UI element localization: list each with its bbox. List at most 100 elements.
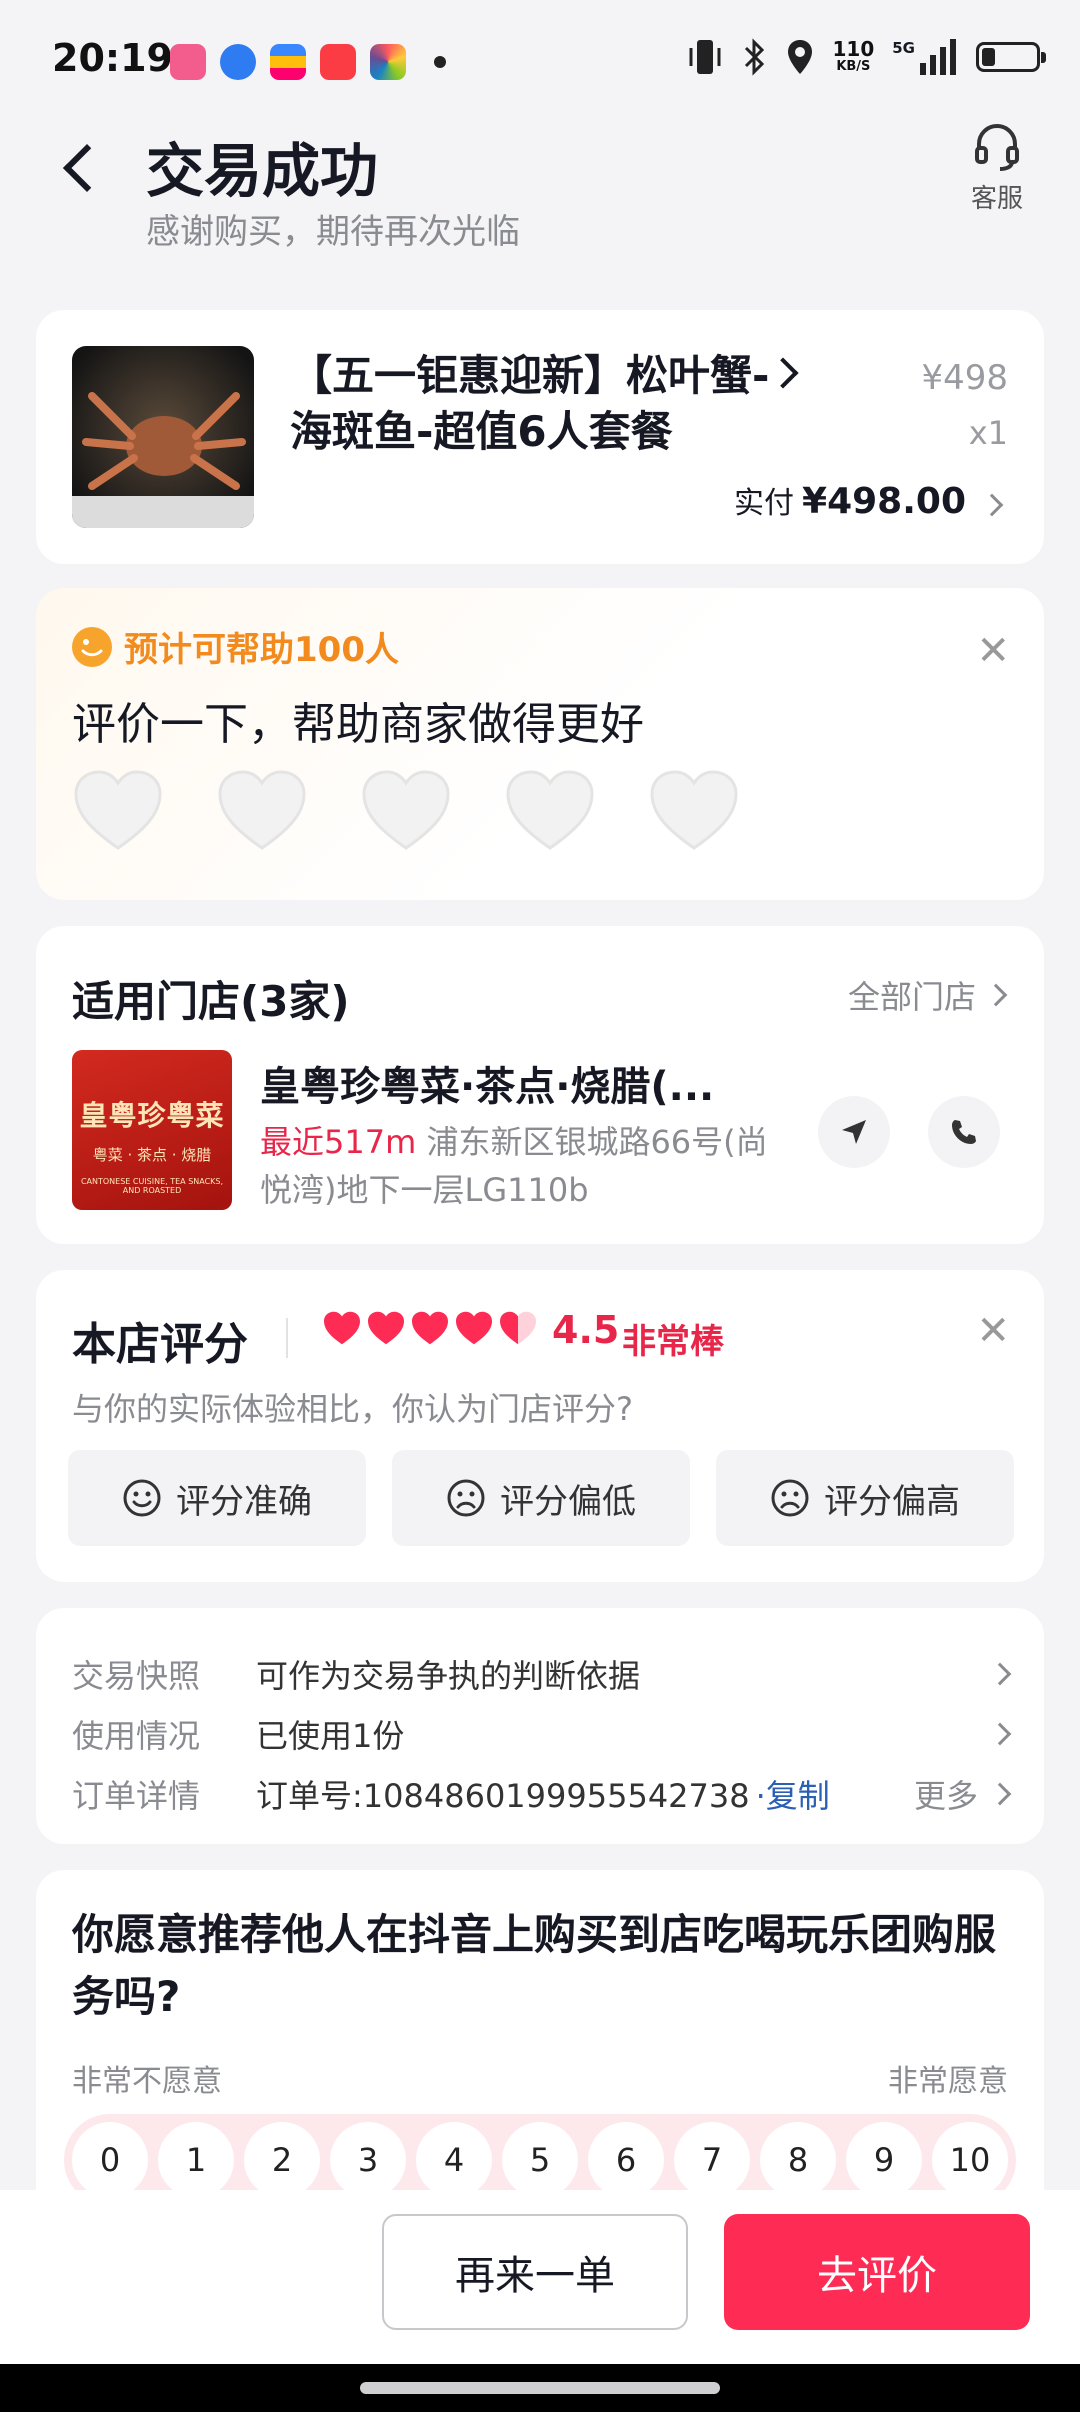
nps-right-label: 非常愿意 <box>888 2064 1008 2099</box>
navigation-arrow-icon <box>842 1120 866 1144</box>
order-number-text: 订单号:1084860199955542738 <box>256 1777 750 1815</box>
store-logo-subtext: 粤菜 · 茶点 · 烧腊 <box>92 1146 212 1164</box>
all-stores-label: 全部门店 <box>847 978 976 1016</box>
score-heart-icon <box>454 1310 494 1350</box>
product-card[interactable]: 【五一钜惠迎新】松叶蟹-海斑鱼-超值6人套餐 ¥498 x1 实付 ¥498.0… <box>36 310 1044 564</box>
score-heart-icon <box>322 1310 362 1350</box>
option-label: 评分偏高 <box>824 1481 960 1522</box>
nps-option-5[interactable]: 5 <box>502 2122 578 2198</box>
review-prompt-card: 预计可帮助100人 ✕ 评价一下，帮助商家做得更好 <box>36 588 1044 900</box>
signal-icon <box>920 39 956 75</box>
chevron-right-icon <box>988 1782 1012 1806</box>
row-label: 订单详情 <box>72 1777 201 1815</box>
order-number: 订单号:1084860199955542738 ·复制 <box>256 1771 914 1817</box>
store-score-word: 非常棒 <box>622 1322 724 1362</box>
score-options: 评分准确 评分偏低 评分偏高 <box>68 1450 1014 1546</box>
more-notifications-icon <box>434 56 446 68</box>
nps-option-6[interactable]: 6 <box>588 2122 664 2198</box>
order-info-card: 交易快照 可作为交易争执的判断依据 使用情况 已使用1份 订单详情 订单号:10… <box>36 1608 1044 1844</box>
back-button[interactable] <box>40 128 120 208</box>
snapshot-row[interactable]: 交易快照 可作为交易争执的判断依据 <box>72 1646 1012 1702</box>
nps-option-7[interactable]: 7 <box>674 2122 750 2198</box>
usage-row[interactable]: 使用情况 已使用1份 <box>72 1706 1012 1762</box>
stores-heading: 适用门店(3家) <box>72 977 350 1026</box>
chevron-left-icon <box>62 143 112 193</box>
more-button[interactable]: 更多 <box>914 1771 978 1817</box>
gesture-nav-bar <box>0 2364 1080 2412</box>
row-label: 交易快照 <box>72 1657 201 1695</box>
heart-rating-icon[interactable] <box>648 768 740 856</box>
call-button[interactable] <box>928 1096 1000 1168</box>
reorder-button[interactable]: 再来一单 <box>382 2214 688 2330</box>
heart-rating-icon[interactable] <box>504 768 596 856</box>
nps-question: 你愿意推荐他人在抖音上购买到店吃喝玩乐团购服务吗? <box>72 1910 997 2021</box>
option-too-low[interactable]: 评分偏低 <box>392 1450 690 1546</box>
net-speed: 110 KB/S <box>833 39 875 75</box>
store-name[interactable]: 皇粤珍粤菜·茶点·烧腊(... <box>260 1054 730 1112</box>
close-icon[interactable]: ✕ <box>976 1308 1010 1354</box>
network-type: 5G <box>892 39 915 57</box>
product-title[interactable]: 【五一钜惠迎新】松叶蟹-海斑鱼-超值6人套餐 <box>290 348 810 460</box>
row-label: 使用情况 <box>72 1717 201 1755</box>
phone-icon <box>952 1120 976 1144</box>
chevron-right-icon <box>980 493 1004 517</box>
frown-face-icon <box>447 1479 485 1517</box>
music-app-icon <box>320 44 356 80</box>
chevron-right-icon <box>988 1722 1012 1746</box>
page-subtitle: 感谢购买，期待再次光临 <box>146 212 520 252</box>
nps-option-9[interactable]: 9 <box>846 2122 922 2198</box>
nps-option-10[interactable]: 10 <box>932 2122 1008 2198</box>
score-heart-icon <box>498 1310 538 1350</box>
option-label: 评分准确 <box>176 1481 312 1522</box>
order-detail-row: 订单详情 订单号:1084860199955542738 ·复制 更多 <box>72 1766 1012 1822</box>
paid-label: 实付 <box>734 486 795 521</box>
chevron-right-icon <box>988 1662 1012 1686</box>
heart-rating-icon[interactable] <box>360 768 452 856</box>
smile-face-icon <box>123 1479 161 1517</box>
customer-service-button[interactable]: 客服 <box>952 120 1042 215</box>
copy-button[interactable]: ·复制 <box>756 1777 830 1815</box>
nps-option-1[interactable]: 1 <box>158 2122 234 2198</box>
store-score-card: 本店评分 4.5 非常棒 ✕ 与你的实际体验相比，你认为门店评分? 评分准确 评… <box>36 1270 1044 1582</box>
status-bar: 20:19 110 KB/S 5G <box>0 0 1080 124</box>
score-hearts <box>322 1310 538 1350</box>
bluetooth-icon <box>744 38 764 76</box>
chevron-right-icon <box>984 983 1008 1007</box>
headset-icon <box>975 124 1019 171</box>
home-indicator[interactable] <box>360 2382 720 2394</box>
heart-rating-icon[interactable] <box>72 768 164 856</box>
battery-icon <box>976 42 1046 72</box>
nps-option-2[interactable]: 2 <box>244 2122 320 2198</box>
nps-left-label: 非常不愿意 <box>72 2064 222 2099</box>
nps-option-0[interactable]: 0 <box>72 2122 148 2198</box>
rating-hearts <box>72 768 740 856</box>
nps-option-3[interactable]: 3 <box>330 2122 406 2198</box>
paid-amount-link[interactable]: 实付 ¥498.00 <box>734 478 1004 522</box>
option-label: 评分偏低 <box>500 1481 636 1522</box>
all-stores-link[interactable]: 全部门店 <box>847 972 1008 1018</box>
close-icon[interactable]: ✕ <box>976 628 1010 674</box>
customer-service-label: 客服 <box>970 184 1023 214</box>
net-speed-unit: KB/S <box>836 59 871 74</box>
heart-rating-icon[interactable] <box>216 768 308 856</box>
help-count-tag: 预计可帮助100人 <box>72 622 399 671</box>
paid-amount: ¥498.00 <box>802 481 966 522</box>
product-price: ¥498 <box>921 358 1008 398</box>
navigate-button[interactable] <box>818 1096 890 1168</box>
write-review-button[interactable]: 去评价 <box>724 2214 1030 2330</box>
help-count-text: 预计可帮助100人 <box>124 630 399 670</box>
status-time: 20:19 <box>52 36 173 80</box>
option-accurate[interactable]: 评分准确 <box>68 1450 366 1546</box>
bilibili-app-icon <box>170 44 206 80</box>
store-logo-text: 皇粤珍粤菜 <box>79 1099 225 1132</box>
nps-option-8[interactable]: 8 <box>760 2122 836 2198</box>
page-header: 交易成功 感谢购买，期待再次光临 客服 <box>0 124 1080 294</box>
nps-option-4[interactable]: 4 <box>416 2122 492 2198</box>
location-icon <box>787 40 812 74</box>
option-too-high[interactable]: 评分偏高 <box>716 1450 1014 1546</box>
product-quantity: x1 <box>968 414 1008 452</box>
wallet-app-icon <box>270 44 306 80</box>
page-title: 交易成功 <box>146 137 379 205</box>
frown-face-icon <box>771 1479 809 1517</box>
divider <box>286 1318 288 1358</box>
